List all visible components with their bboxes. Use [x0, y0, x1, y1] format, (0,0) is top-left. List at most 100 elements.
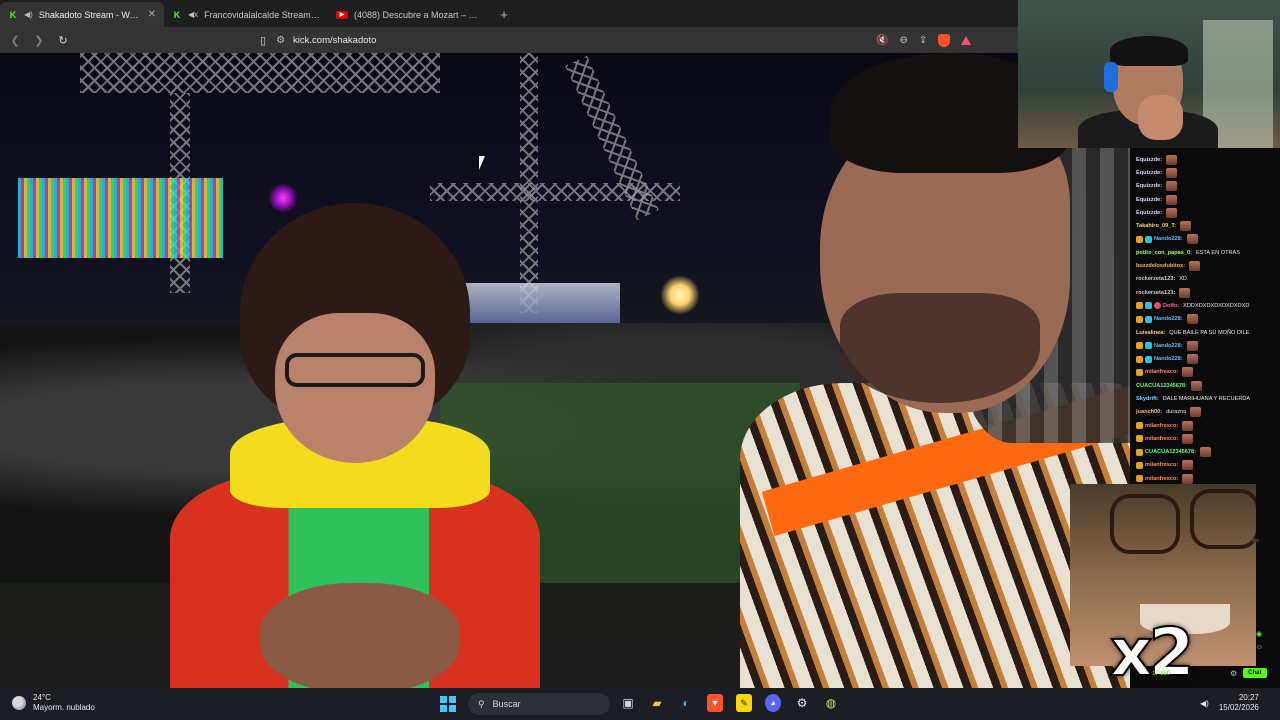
- chat-text: XDDXDXDXDXDXDXDXD: [1183, 302, 1250, 309]
- chat-username[interactable]: milanfresco:: [1145, 462, 1178, 468]
- chat-username[interactable]: rockerzeta123:: [1136, 276, 1175, 282]
- chat-text: durazno: [1166, 409, 1187, 416]
- diamond-badge-icon[interactable]: [1145, 302, 1152, 310]
- back-icon[interactable]: ❮: [8, 34, 22, 47]
- chat-username[interactable]: Dolfo:: [1163, 303, 1179, 309]
- chat-username[interactable]: Luisalinea:: [1136, 330, 1165, 336]
- chat-username[interactable]: Equizzde:: [1136, 183, 1162, 189]
- emote-image: [1182, 420, 1194, 431]
- chat-username[interactable]: CUACUA12345678:: [1145, 449, 1196, 455]
- chat-username[interactable]: Nando228:: [1154, 343, 1183, 349]
- crown-badge-icon[interactable]: [1136, 435, 1143, 443]
- chat-username[interactable]: Equizzde:: [1136, 170, 1162, 176]
- chat-message: CUACUA12345678:: [1130, 446, 1280, 459]
- chat-send-button[interactable]: Chat: [1243, 668, 1267, 678]
- chat-username[interactable]: Nando228:: [1154, 356, 1183, 362]
- mouse-cursor-icon: [479, 156, 485, 170]
- crown-badge-icon[interactable]: [1136, 302, 1143, 310]
- url-field[interactable]: ⚙ kick.com/shakadoto: [276, 30, 866, 50]
- chat-username[interactable]: milanfresco:: [1145, 369, 1178, 375]
- share-icon[interactable]: ⇪: [919, 35, 927, 46]
- app-icon[interactable]: ◍: [823, 694, 839, 712]
- speaker-icon[interactable]: ◀): [24, 10, 33, 19]
- chat-username[interactable]: CUACUA12345678:: [1136, 383, 1187, 389]
- chat-username[interactable]: Nando228:: [1154, 316, 1183, 322]
- chat-username[interactable]: Nando228:: [1154, 236, 1183, 242]
- crown-badge-icon[interactable]: [1136, 475, 1143, 483]
- tab-shakadoto[interactable]: K ◀) Shakadoto Stream - Watch Li ✕: [0, 2, 164, 27]
- crown-badge-icon[interactable]: [1136, 368, 1143, 376]
- sticky-notes-icon[interactable]: ✎: [736, 694, 752, 712]
- chat-message: Luisalinea: QUE BAILE PA SU MOÑO DILE: [1130, 326, 1280, 339]
- emote-image: [1190, 407, 1202, 418]
- chat-username[interactable]: Equizzde:: [1136, 157, 1162, 163]
- gear-icon[interactable]: ⚙: [1230, 669, 1237, 678]
- taskbar-search[interactable]: ⚲ Buscar: [468, 693, 610, 715]
- chat-text: XD: [1179, 276, 1187, 283]
- clock[interactable]: 20:27 15/02/2026: [1219, 693, 1259, 713]
- crown-badge-icon[interactable]: [1136, 422, 1143, 430]
- chat-username[interactable]: juanch00:: [1136, 409, 1162, 415]
- crown-badge-icon[interactable]: [1136, 448, 1143, 456]
- tab-mozart[interactable]: ▶ (4088) Descubre a Mozart – Música C: [328, 2, 492, 27]
- diamond-badge-icon[interactable]: [1145, 315, 1152, 323]
- tab-francovidalalcalde[interactable]: K ◀x Francovidalalcalde Stream - Wat: [164, 2, 328, 27]
- file-explorer-icon[interactable]: ▰: [649, 694, 665, 712]
- muted-speaker-icon[interactable]: ◀x: [188, 10, 198, 19]
- headphones-icon: [1104, 62, 1118, 92]
- reload-icon[interactable]: ↻: [56, 34, 70, 47]
- mute-icon[interactable]: 🔇: [876, 35, 888, 46]
- chat-username[interactable]: potito_con_papas_0:: [1136, 250, 1192, 256]
- emote-image: [1179, 287, 1191, 298]
- chat-username[interactable]: rockerzeta123:: [1136, 290, 1175, 296]
- crown-badge-icon[interactable]: [1136, 461, 1143, 469]
- emote-icon[interactable]: ☺: [1256, 644, 1263, 651]
- brave-shields-icon[interactable]: [938, 33, 951, 47]
- chat-message: CUACUA12345678:: [1130, 379, 1280, 392]
- chat-username[interactable]: buzzdelosdubitos:: [1136, 263, 1185, 269]
- chat-message: Skydrift: DALE MARIHUANA Y RECUERDA: [1130, 392, 1280, 405]
- close-icon[interactable]: ✕: [148, 9, 156, 20]
- new-tab-button[interactable]: +: [492, 2, 516, 27]
- chat-username[interactable]: Equizzde:: [1136, 197, 1162, 203]
- brave-icon[interactable]: ▼: [707, 694, 723, 712]
- settings-icon[interactable]: ⚙: [794, 694, 810, 712]
- chat-message: juanch00: durazno: [1130, 406, 1280, 419]
- bookmark-icon[interactable]: ▯: [260, 34, 266, 47]
- chat-username[interactable]: milanfresco:: [1145, 436, 1178, 442]
- crown-badge-icon[interactable]: [1136, 315, 1143, 323]
- volume-icon[interactable]: ◀): [1200, 699, 1209, 708]
- weather-widget[interactable]: 24°C Mayorm. nublado: [12, 693, 95, 713]
- edge-icon[interactable]: ◐: [678, 694, 694, 712]
- stream-video[interactable]: [0, 53, 1130, 688]
- heart-badge-icon[interactable]: [1154, 302, 1161, 310]
- system-tray: ◀) 20:27 15/02/2026: [1200, 693, 1259, 713]
- emote-image: [1186, 234, 1198, 245]
- diamond-badge-icon[interactable]: [1145, 355, 1152, 363]
- crown-badge-icon[interactable]: [1136, 235, 1143, 243]
- chat-username[interactable]: milanfresco:: [1145, 423, 1178, 429]
- streamer-webcam: [1018, 0, 1280, 148]
- chat-username[interactable]: Skydrift:: [1136, 396, 1159, 402]
- chat-bubble-icon[interactable]: ◉: [1256, 630, 1263, 638]
- chat-username[interactable]: Equizzde:: [1136, 210, 1162, 216]
- url-text: kick.com/shakadoto: [293, 34, 377, 46]
- chat-message: milanfresco:: [1130, 419, 1280, 432]
- crown-badge-icon[interactable]: [1136, 355, 1143, 363]
- chat-message: potito_con_papas_0: ESTA EN OTRAS: [1130, 246, 1280, 259]
- windows-start-icon[interactable]: [440, 696, 456, 712]
- discord-icon[interactable]: ◕: [765, 694, 781, 712]
- diamond-badge-icon[interactable]: [1145, 342, 1152, 350]
- chat-username[interactable]: Takahiro_09_T:: [1136, 223, 1176, 229]
- chat-message: milanfresco:: [1130, 432, 1280, 445]
- emote-image: [1186, 314, 1198, 325]
- brave-rewards-icon[interactable]: [961, 35, 972, 45]
- crown-badge-icon[interactable]: [1136, 342, 1143, 350]
- diamond-badge-icon[interactable]: [1145, 235, 1152, 243]
- task-view-icon[interactable]: ▣: [620, 694, 636, 712]
- multiplier-overlay: x2: [1109, 614, 1195, 691]
- zoom-icon[interactable]: ⊖: [900, 35, 908, 46]
- forward-icon[interactable]: ❯: [32, 34, 46, 47]
- chat-username[interactable]: milanfresco:: [1145, 476, 1178, 482]
- site-info-icon[interactable]: ⚙: [276, 35, 285, 46]
